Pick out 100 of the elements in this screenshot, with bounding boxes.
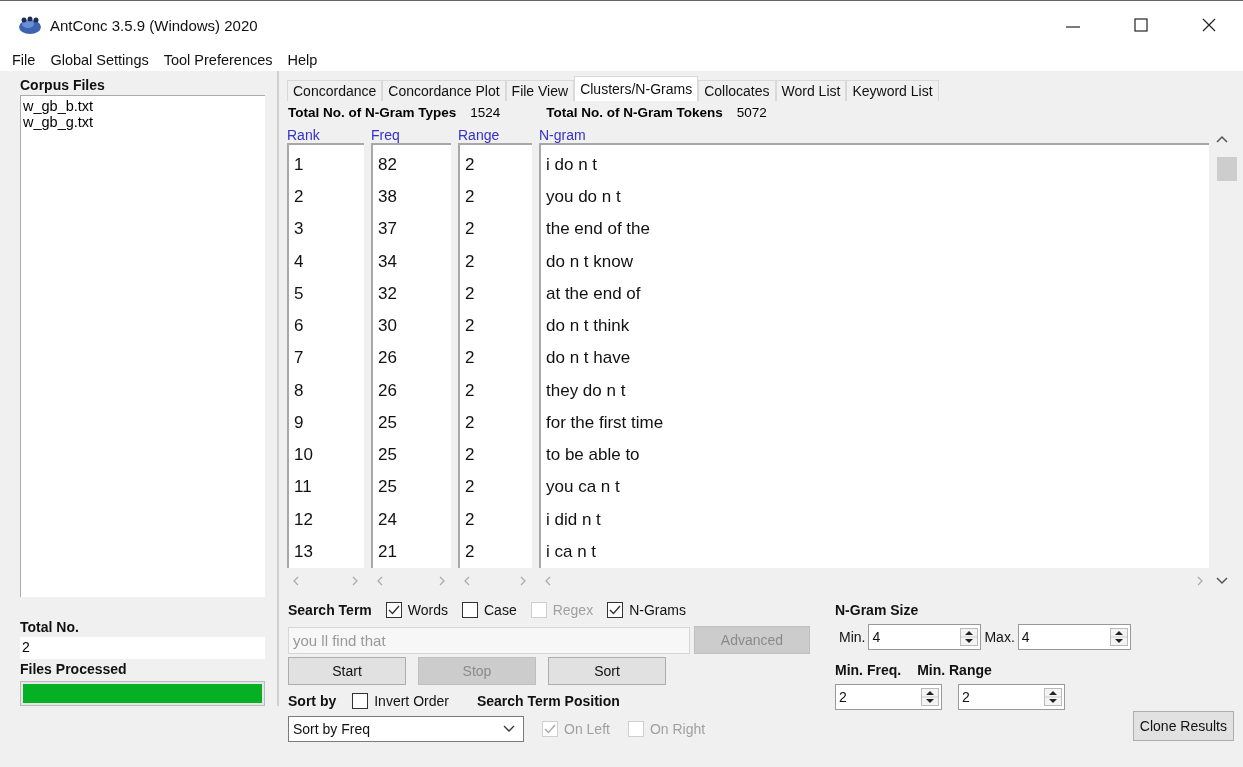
field-label: Total No.: [20, 619, 80, 637]
table-cell-text: 7: [293, 347, 305, 370]
table-cell-text: 2: [464, 282, 476, 305]
menu-item[interactable]: Global Settings: [50, 52, 149, 68]
table-cell-text: they do n t: [545, 379, 627, 402]
maximize-icon[interactable]: [1133, 17, 1149, 33]
checkbox[interactable]: [607, 602, 624, 618]
number-field[interactable]: 2: [835, 684, 942, 710]
table-cell-text: 2: [464, 347, 476, 370]
close-icon[interactable]: [1201, 17, 1217, 33]
panel-heading: Corpus Files: [20, 77, 106, 95]
table-cell-text: do n t think: [545, 315, 631, 338]
table-cell-text: 30: [377, 315, 398, 338]
total-field: 2: [20, 637, 265, 659]
field-label: Search Term Position: [476, 693, 620, 709]
table-cell-text: 37: [377, 218, 398, 241]
scroll-up-icon[interactable]: [1216, 135, 1228, 143]
tab[interactable]: Clusters/N-Grams: [574, 76, 699, 101]
column-header[interactable]: Range: [458, 127, 532, 143]
check-icon: [609, 605, 622, 615]
action-button[interactable]: Start: [288, 657, 406, 685]
spinner-icon[interactable]: [960, 628, 979, 646]
table-cell-text: 10: [293, 444, 314, 467]
column-header[interactable]: N-gram: [539, 127, 1209, 143]
result-list[interactable]: 2 2 2 2 2 2 2 2 2 2 2 2 2: [458, 143, 532, 568]
table-cell-text: for the first time: [545, 411, 665, 434]
table-cell-text: 3: [293, 218, 305, 241]
table-cell-text: 24: [377, 508, 398, 531]
scrollbar-thumb[interactable]: [1217, 157, 1237, 181]
app-icon: [18, 15, 42, 35]
field-label: Search Term: [288, 602, 372, 618]
stat-value: 1524: [470, 104, 501, 120]
table-cell-text: 2: [464, 508, 476, 531]
checkbox-label: Words: [407, 602, 448, 618]
clone-results-button[interactable]: Clone Results: [1132, 711, 1234, 741]
scroll-down-icon[interactable]: [1216, 577, 1228, 585]
action-button[interactable]: Sort: [548, 657, 666, 685]
column-header[interactable]: Rank: [287, 127, 364, 143]
check-icon: [544, 724, 556, 734]
table-cell-text: 25: [377, 411, 398, 434]
table-cell-text: you do n t: [545, 186, 622, 209]
field-label: Min. Range: [917, 662, 992, 678]
checkbox-label: Invert Order: [374, 693, 449, 709]
tab[interactable]: Collocates: [698, 80, 776, 101]
menu-item[interactable]: File: [12, 52, 36, 68]
field-label: Min.: [839, 629, 866, 645]
table-cell-text: i ca n t: [545, 540, 598, 563]
corpus-file[interactable]: w_gb_b.txt: [23, 98, 263, 114]
spinner-icon[interactable]: [1044, 688, 1062, 706]
sort-dropdown[interactable]: Sort by Freq: [288, 716, 524, 742]
number-field[interactable]: 4: [1017, 624, 1131, 650]
table-cell-text: you ca n t: [545, 476, 621, 499]
result-list[interactable]: i do n t you do n t the end of the do n t know at the end of do n t think do n t have they do n t for the first time to be able to you ca n t i did n t i ca n t: [539, 143, 1209, 568]
table-cell-text: 2: [464, 250, 476, 273]
checkbox-label: On Right: [649, 721, 706, 737]
table-cell-text: 82: [377, 154, 398, 176]
field-label: Max.: [984, 629, 1015, 645]
table-cell-text: 13: [293, 540, 314, 563]
table-cell-text: i do n t: [545, 154, 599, 176]
checkbox-label: N-Grams: [629, 602, 686, 618]
corpus-file[interactable]: w_gb_g.txt: [23, 114, 263, 130]
checkbox[interactable]: [385, 602, 402, 618]
stat-label: Total No. of N-Gram Tokens: [546, 104, 723, 120]
table-cell-text: 1: [293, 154, 305, 176]
table-cell-text: 2: [464, 315, 476, 338]
table-cell-text: 38: [377, 186, 398, 209]
checkbox[interactable]: [352, 693, 369, 709]
table-cell-text: 2: [464, 154, 476, 176]
caret-icon: [503, 725, 515, 733]
stat-label: Total No. of N-Gram Types: [288, 104, 457, 120]
file-list[interactable]: w_gb_b.txt w_gb_g.txt: [20, 95, 265, 597]
result-list[interactable]: 82 38 37 34 32 30 26 26 25 25 25 24 21: [371, 143, 451, 568]
tab[interactable]: Concordance: [287, 80, 383, 101]
tab[interactable]: Concordance Plot: [382, 80, 506, 101]
check-icon: [387, 605, 400, 615]
table-cell-text: 5: [293, 282, 305, 305]
spinner-icon[interactable]: [1109, 628, 1128, 646]
spinner-icon[interactable]: [921, 688, 939, 706]
table-cell-text: 2: [464, 218, 476, 241]
tab[interactable]: Keyword List: [846, 80, 939, 101]
checkbox-label: Regex: [552, 602, 594, 618]
table-cell-text: do n t know: [545, 250, 634, 273]
checkbox[interactable]: [462, 602, 478, 618]
table-cell-text: 2: [464, 444, 476, 467]
window-title: AntConc 3.5.9 (Windows) 2020: [50, 16, 259, 34]
table-cell-text: the end of the: [545, 218, 651, 241]
menu-item[interactable]: Help: [287, 52, 318, 68]
number-field[interactable]: 4: [868, 624, 982, 650]
field-label: Files Processed: [20, 661, 128, 679]
table-cell-text: 2: [464, 476, 476, 499]
table-cell-text: 26: [377, 347, 398, 370]
menu-item[interactable]: Tool Preferences: [163, 52, 273, 68]
table-cell-text: 2: [464, 411, 476, 434]
table-cell-text: 11: [293, 476, 313, 499]
tab[interactable]: Word List: [775, 80, 847, 101]
table-cell-text: 6: [293, 315, 305, 338]
tab[interactable]: File View: [505, 80, 575, 101]
column-header[interactable]: Freq: [371, 127, 451, 143]
result-list[interactable]: 1 2 3 4 5 6 7 8 9 10 11 12 13: [287, 143, 364, 568]
number-field[interactable]: 2: [958, 684, 1065, 710]
